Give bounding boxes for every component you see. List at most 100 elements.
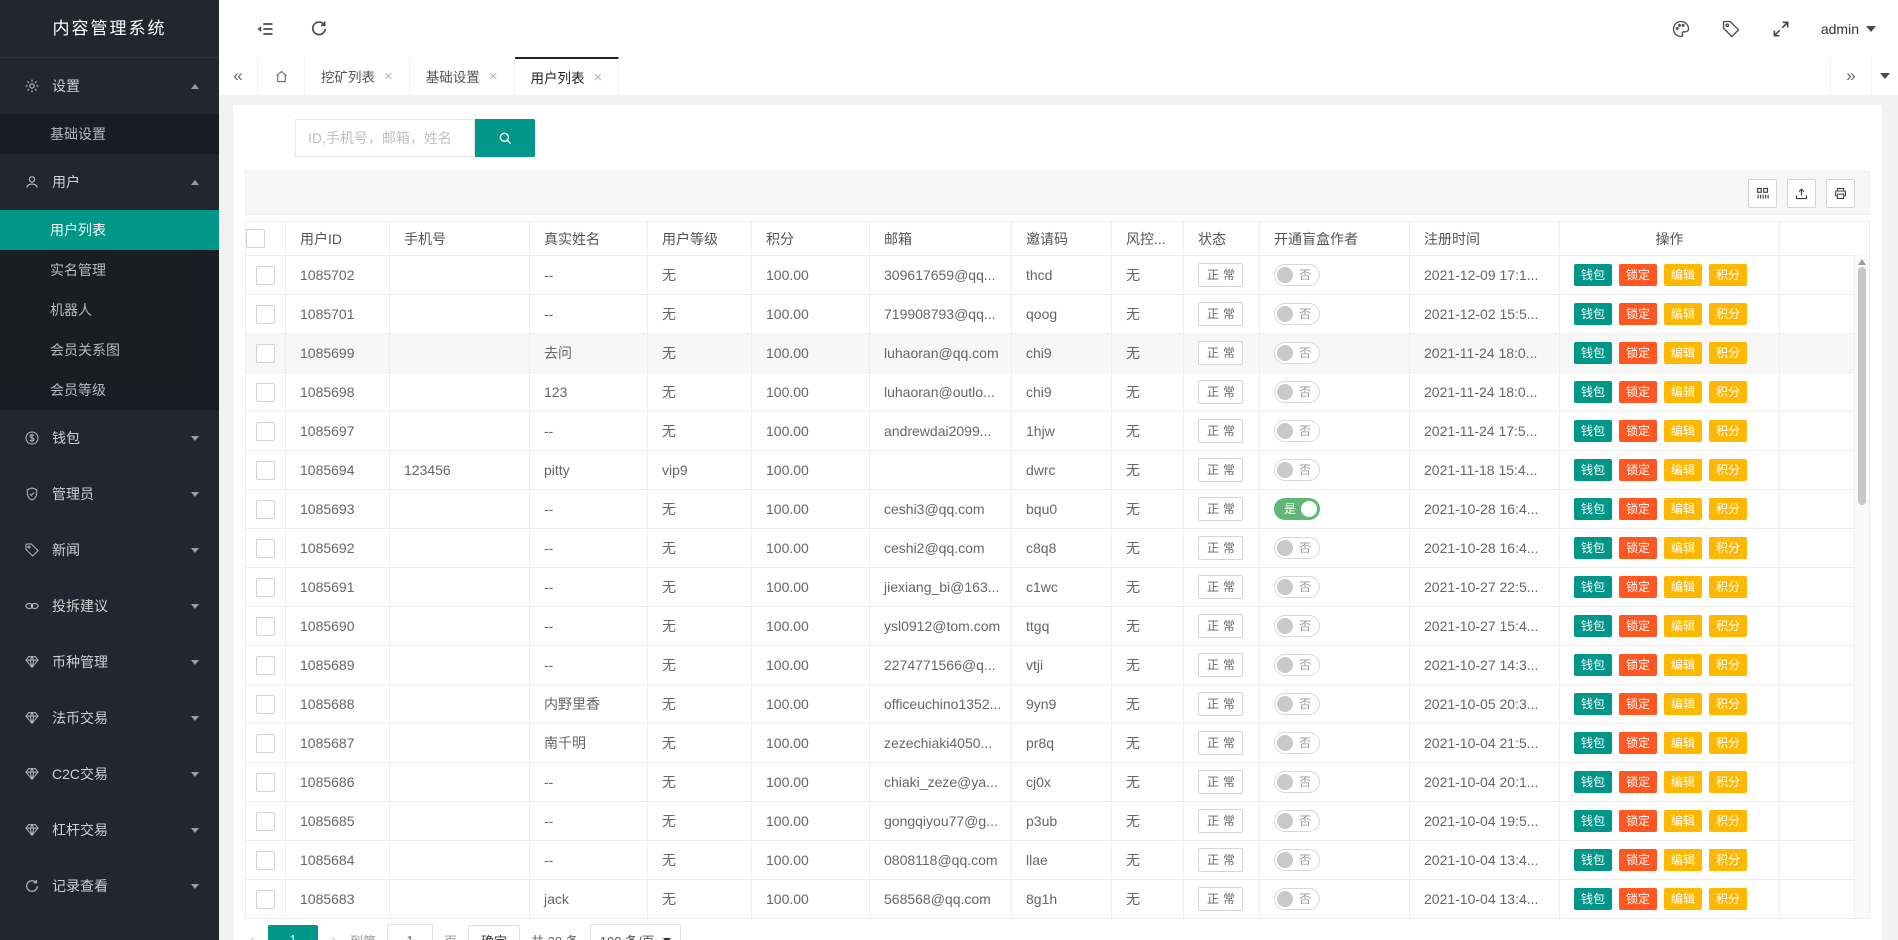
refresh-icon[interactable] [309,19,329,39]
points-button[interactable]: 积分 [1709,498,1747,520]
wallet-button[interactable]: 钱包 [1574,771,1612,793]
goto-confirm-button[interactable]: 确定 [468,925,520,940]
print-button[interactable] [1826,179,1855,208]
close-icon[interactable]: × [489,69,498,84]
scrollbar-up-arrow-icon[interactable] [1858,259,1866,265]
edit-button[interactable]: 编辑 [1664,888,1702,910]
lock-button[interactable]: 锁定 [1619,303,1657,325]
points-button[interactable]: 积分 [1709,459,1747,481]
blindbox-toggle[interactable]: 否 [1274,693,1320,715]
close-icon[interactable]: × [594,70,603,85]
close-icon[interactable]: × [384,69,393,84]
tab-用户列表[interactable]: 用户列表× [515,57,620,95]
blindbox-toggle[interactable]: 否 [1274,732,1320,754]
row-checkbox[interactable] [256,734,275,753]
row-checkbox[interactable] [256,851,275,870]
search-input[interactable] [295,119,475,157]
edit-button[interactable]: 编辑 [1664,849,1702,871]
sidebar-subitem-机器人[interactable]: 机器人 [0,290,219,330]
edit-button[interactable]: 编辑 [1664,420,1702,442]
row-checkbox[interactable] [256,461,275,480]
blindbox-toggle[interactable]: 否 [1274,771,1320,793]
tag-icon[interactable] [1721,19,1741,39]
table-scrollbar[interactable] [1854,255,1869,918]
lock-button[interactable]: 锁定 [1619,849,1657,871]
lock-button[interactable]: 锁定 [1619,381,1657,403]
lock-button[interactable]: 锁定 [1619,264,1657,286]
lock-button[interactable]: 锁定 [1619,732,1657,754]
blindbox-toggle[interactable]: 否 [1274,459,1320,481]
edit-button[interactable]: 编辑 [1664,615,1702,637]
lock-button[interactable]: 锁定 [1619,459,1657,481]
sidebar-item-C2C交易[interactable]: C2C交易 [0,746,219,802]
prev-page-button[interactable]: ‹ [247,931,257,940]
sidebar-item-新闻[interactable]: 新闻 [0,522,219,578]
sidebar-item-用户[interactable]: 用户 [0,154,219,210]
home-tab-button[interactable] [258,57,305,95]
lock-button[interactable]: 锁定 [1619,654,1657,676]
blindbox-toggle[interactable]: 否 [1274,420,1320,442]
wallet-button[interactable]: 钱包 [1574,576,1612,598]
sidebar-item-杠杆交易[interactable]: 杠杆交易 [0,802,219,858]
lock-button[interactable]: 锁定 [1619,342,1657,364]
wallet-button[interactable]: 钱包 [1574,264,1612,286]
lock-button[interactable]: 锁定 [1619,771,1657,793]
wallet-button[interactable]: 钱包 [1574,693,1612,715]
lock-button[interactable]: 锁定 [1619,498,1657,520]
points-button[interactable]: 积分 [1709,810,1747,832]
tab-挖矿列表[interactable]: 挖矿列表× [305,57,410,95]
blindbox-toggle[interactable]: 否 [1274,342,1320,364]
edit-button[interactable]: 编辑 [1664,498,1702,520]
sidebar-item-币种管理[interactable]: 币种管理 [0,634,219,690]
tab-基础设置[interactable]: 基础设置× [410,57,515,95]
sidebar-item-管理员[interactable]: 管理员 [0,466,219,522]
row-checkbox[interactable] [256,617,275,636]
points-button[interactable]: 积分 [1709,732,1747,754]
points-button[interactable]: 积分 [1709,537,1747,559]
tabs-scroll-right-button[interactable]: » [1830,57,1871,95]
wallet-button[interactable]: 钱包 [1574,420,1612,442]
sidebar-subitem-实名管理[interactable]: 实名管理 [0,250,219,290]
points-button[interactable]: 积分 [1709,693,1747,715]
lock-button[interactable]: 锁定 [1619,810,1657,832]
points-button[interactable]: 积分 [1709,420,1747,442]
lock-button[interactable]: 锁定 [1619,537,1657,559]
edit-button[interactable]: 编辑 [1664,810,1702,832]
wallet-button[interactable]: 钱包 [1574,732,1612,754]
lock-button[interactable]: 锁定 [1619,888,1657,910]
current-page[interactable]: 1 [268,925,318,940]
points-button[interactable]: 积分 [1709,576,1747,598]
sidebar-subitem-会员等级[interactable]: 会员等级 [0,370,219,410]
row-checkbox[interactable] [256,539,275,558]
row-checkbox[interactable] [256,500,275,519]
wallet-button[interactable]: 钱包 [1574,888,1612,910]
search-button[interactable] [475,119,535,157]
lock-button[interactable]: 锁定 [1619,693,1657,715]
theme-palette-icon[interactable] [1671,19,1691,39]
row-checkbox[interactable] [256,383,275,402]
blindbox-toggle[interactable]: 否 [1274,303,1320,325]
blindbox-toggle[interactable]: 否 [1274,537,1320,559]
row-checkbox[interactable] [256,344,275,363]
sidebar-item-投拆建议[interactable]: 投拆建议 [0,578,219,634]
wallet-button[interactable]: 钱包 [1574,342,1612,364]
row-checkbox[interactable] [256,773,275,792]
blindbox-toggle[interactable]: 是 [1274,498,1320,520]
row-checkbox[interactable] [256,422,275,441]
edit-button[interactable]: 编辑 [1664,654,1702,676]
row-checkbox[interactable] [256,578,275,597]
blindbox-toggle[interactable]: 否 [1274,264,1320,286]
edit-button[interactable]: 编辑 [1664,771,1702,793]
sidebar-item-钱包[interactable]: 钱包 [0,410,219,466]
goto-page-input[interactable] [387,924,433,940]
points-button[interactable]: 积分 [1709,381,1747,403]
points-button[interactable]: 积分 [1709,264,1747,286]
points-button[interactable]: 积分 [1709,654,1747,676]
edit-button[interactable]: 编辑 [1664,381,1702,403]
sidebar-subitem-基础设置[interactable]: 基础设置 [0,114,219,154]
blindbox-toggle[interactable]: 否 [1274,810,1320,832]
row-checkbox[interactable] [256,812,275,831]
points-button[interactable]: 积分 [1709,771,1747,793]
tabs-menu-button[interactable] [1871,57,1898,95]
sidebar-subitem-会员关系图[interactable]: 会员关系图 [0,330,219,370]
